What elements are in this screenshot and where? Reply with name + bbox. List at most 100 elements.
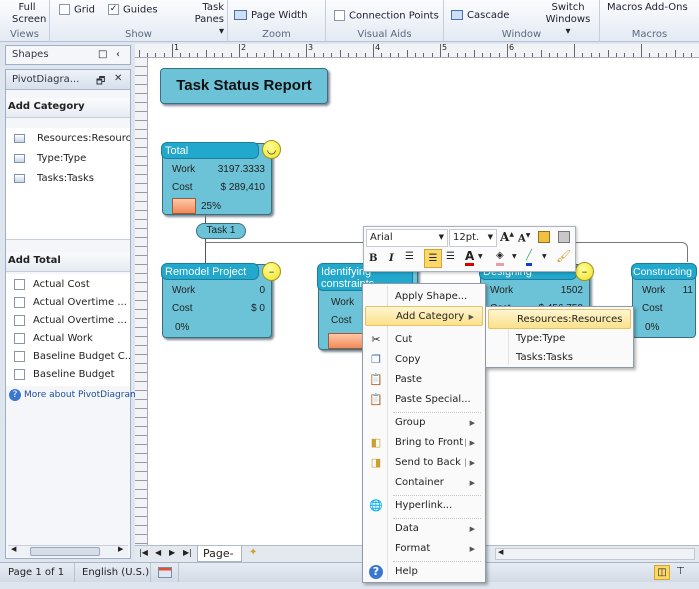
ruler-tick	[615, 53, 617, 57]
ruler-tick	[599, 53, 601, 57]
menu-item-data[interactable]: Data ▶	[365, 519, 483, 539]
font-color-icon[interactable]: A	[465, 249, 475, 266]
full-screen-button[interactable]: Full Screen	[12, 2, 46, 26]
total-item[interactable]: Baseline Budget C...	[6, 348, 130, 366]
submenu-item-tasks[interactable]: Tasks:Tasks	[488, 348, 631, 368]
page-indicator[interactable]: Page 1 of 1	[8, 567, 64, 578]
smiley-neutral-icon: –	[262, 262, 281, 281]
menu-item-container[interactable]: Container ▶	[365, 473, 483, 493]
diagram-title[interactable]: Task Status Report	[160, 68, 328, 104]
next-page-icon[interactable]: ▶	[169, 548, 175, 557]
menu-item-cut[interactable]: ✂ Cut	[365, 330, 483, 350]
more-about-link[interactable]: ? More about PivotDiagrams	[6, 386, 143, 404]
category-icon	[14, 173, 25, 183]
restore-icon[interactable]: 🗗	[96, 74, 105, 91]
ruler-tick	[146, 53, 148, 57]
menu-item-format[interactable]: Format ▶	[365, 539, 483, 559]
page-width-button[interactable]: Page Width	[234, 10, 307, 21]
ruler-tick	[440, 44, 441, 57]
align-right-icon[interactable]: ☰	[446, 251, 455, 262]
send-backward-icon[interactable]	[558, 231, 570, 243]
category-item[interactable]: Resources:Resources	[6, 129, 130, 149]
first-page-icon[interactable]: |◀	[139, 548, 148, 557]
checkbox-icon	[14, 278, 25, 290]
node-constructing[interactable]: Constructing Work 11 Cost 0%	[631, 263, 697, 338]
add-ons-button[interactable]: Add-Ons	[645, 2, 688, 13]
grid-checkbox[interactable]: Grid	[59, 4, 95, 16]
ruler-tick	[322, 53, 324, 57]
node-total[interactable]: Total Work 3197.3333 Cost $ 289,410 25%	[161, 142, 272, 215]
menu-item-apply-shape[interactable]: Apply Shape...	[365, 287, 483, 307]
ruler-tick	[498, 53, 500, 57]
total-item[interactable]: Actual Overtime ...	[6, 294, 130, 312]
horizontal-scrollbar[interactable]: ◀ ▶	[8, 545, 128, 557]
canvas-horizontal-scrollbar[interactable]: ◀	[495, 548, 695, 560]
align-left-icon[interactable]: ☰	[405, 251, 414, 262]
total-item[interactable]: Actual Overtime ...	[6, 312, 130, 330]
category-item[interactable]: Type:Type	[6, 149, 130, 169]
total-item[interactable]: Actual Work	[6, 330, 130, 348]
ruler-tick	[364, 53, 366, 57]
dropdown-icon[interactable]: ▼	[542, 253, 547, 260]
prev-page-icon[interactable]: ◀	[155, 548, 161, 557]
macros-button[interactable]: Macros	[607, 2, 642, 13]
last-page-icon[interactable]: ▶|	[183, 548, 192, 557]
connection-points-checkbox[interactable]: Connection Points	[334, 10, 439, 22]
menu-item-paste[interactable]: 📋 Paste	[365, 370, 483, 390]
shrink-font-icon[interactable]: A▼	[518, 232, 530, 244]
presentation-view-icon[interactable]: ⊤	[676, 566, 685, 577]
font-size-select[interactable]: 12pt. ▼	[449, 229, 497, 247]
dropdown-icon[interactable]: ▼	[512, 253, 517, 260]
dropdown-icon[interactable]: ▼	[478, 253, 483, 260]
align-center-icon[interactable]: ☰	[424, 249, 442, 268]
percent-value: 25%	[201, 201, 222, 212]
node-title: Constructing	[631, 263, 697, 280]
collapse-icon[interactable]: ‹	[116, 49, 120, 60]
grow-font-icon[interactable]: A▲	[500, 230, 514, 244]
category-icon	[14, 153, 25, 163]
submenu-item-type[interactable]: Type:Type	[488, 329, 631, 349]
node-remodel-project[interactable]: Remodel Project Work 0 Cost $ 0 0%	[161, 263, 272, 338]
cascade-button[interactable]: Cascade	[451, 10, 509, 21]
category-item[interactable]: Tasks:Tasks	[6, 169, 130, 189]
language-indicator[interactable]: English (U.S.)	[82, 567, 149, 578]
bring-forward-icon[interactable]	[538, 231, 550, 243]
ruler-tick	[557, 53, 559, 57]
close-icon[interactable]: ✕	[114, 73, 122, 84]
ruler-tick	[641, 44, 642, 57]
total-item[interactable]: Baseline Budget	[6, 366, 130, 384]
macro-record-icon[interactable]	[158, 567, 172, 578]
line-color-icon[interactable]: ╱	[526, 249, 533, 266]
menu-item-help[interactable]: ? Help	[365, 562, 483, 582]
scroll-thumb[interactable]	[30, 547, 100, 556]
menu-item-send-to-back[interactable]: ◨ Send to Back │ ▶	[365, 453, 483, 473]
task-pill[interactable]: Task 1	[196, 223, 246, 239]
ruler-label: 1	[174, 43, 180, 52]
menu-item-paste-special[interactable]: 📋 Paste Special...	[365, 390, 483, 410]
total-item[interactable]: Actual Cost	[6, 276, 130, 294]
submenu-item-resources[interactable]: Resources:Resources	[488, 309, 631, 329]
checkbox-icon	[14, 332, 25, 344]
guides-checkbox[interactable]: ✓ Guides	[108, 4, 158, 16]
insert-page-icon[interactable]: ✦	[249, 547, 257, 558]
bold-icon[interactable]: B	[369, 253, 377, 264]
ruler-tick	[490, 53, 492, 57]
menu-item-add-category[interactable]: Add Category ▶	[365, 306, 483, 326]
normal-view-icon[interactable]: ◫	[654, 565, 670, 580]
font-select[interactable]: Arial ▼	[366, 229, 448, 247]
menu-item-group[interactable]: Group ▶	[365, 413, 483, 433]
ruler-tick	[431, 53, 433, 57]
status-bar: Page 1 of 1 English (U.S.) ◫ ⊤	[0, 562, 699, 582]
minimize-icon[interactable]: □	[98, 49, 107, 60]
ruler-tick	[205, 50, 207, 57]
ruler-tick	[230, 53, 232, 57]
fill-color-icon[interactable]: ◈	[496, 249, 504, 266]
format-painter-icon[interactable]: 🖌	[556, 249, 571, 263]
tab-page-1[interactable]: Page-1	[197, 546, 242, 573]
menu-item-hyperlink[interactable]: 🌐 Hyperlink...	[365, 496, 483, 516]
ruler-label: 4	[375, 43, 381, 52]
menu-item-bring-to-front[interactable]: ◧ Bring to Front │ ▶	[365, 433, 483, 453]
italic-icon[interactable]: I	[389, 253, 394, 264]
menu-item-copy[interactable]: ❐ Copy	[365, 350, 483, 370]
ribbon: Full Screen Views Grid ✓ Guides Task Pane…	[0, 0, 699, 42]
